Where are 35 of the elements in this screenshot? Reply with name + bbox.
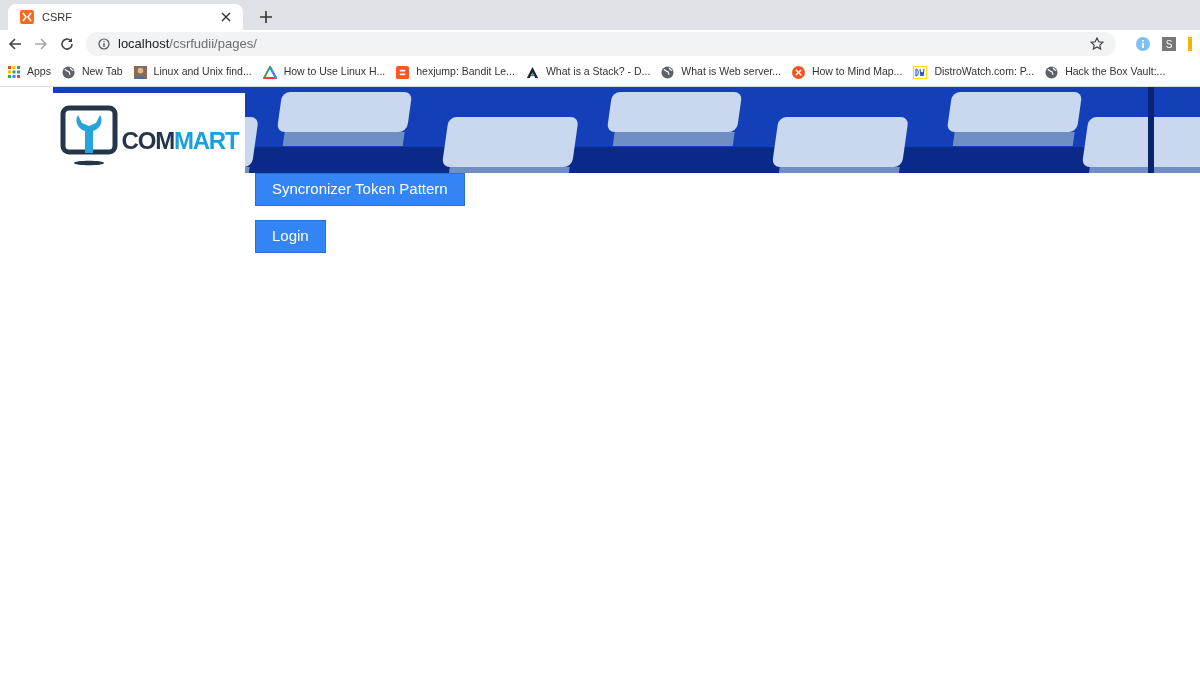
bookmark-link[interactable]: hexjump: Bandit Le...	[416, 64, 515, 80]
globe-icon	[1045, 65, 1059, 79]
globe-icon	[661, 65, 675, 79]
nav-button[interactable]: Syncronizer Token Pattern	[255, 173, 465, 206]
blog-icon	[396, 65, 410, 79]
bookmark-link[interactable]: Linux and Unix find...	[153, 64, 252, 80]
peak-icon	[525, 65, 539, 79]
avatar-icon	[133, 65, 147, 79]
profile-badge[interactable]: S	[1162, 37, 1176, 51]
bookmark-link[interactable]: Apps	[27, 64, 51, 80]
new-tab-icon[interactable]	[259, 10, 273, 24]
apps-grid-icon	[8, 66, 20, 78]
bookmark-link[interactable]: DistroWatch.com: P...	[934, 64, 1035, 80]
logo-text: COMMART	[121, 129, 239, 153]
globe-icon	[61, 65, 75, 79]
bookmark-link[interactable]: How to Use Linux H...	[283, 64, 386, 80]
cross-circle-icon	[791, 65, 805, 79]
reload-icon[interactable]	[60, 37, 74, 51]
browser-tab[interactable]: CSRF	[8, 4, 243, 30]
back-icon[interactable]	[8, 37, 22, 51]
bookmark-link[interactable]: How to Mind Map...	[811, 64, 903, 80]
bookmark-star-icon[interactable]	[1090, 37, 1104, 51]
nav-button[interactable]: Login	[255, 220, 326, 253]
tab-title: CSRF	[42, 9, 73, 25]
bookmark-link[interactable]: What is a Stack? - D...	[545, 64, 651, 80]
address-bar[interactable]: localhost/csrfudii/pages/	[86, 32, 1116, 56]
info-icon	[98, 38, 110, 50]
letters-icon	[913, 65, 928, 79]
bookmark-link[interactable]: What is Web server...	[681, 64, 781, 80]
url-text: localhost/csrfudii/pages/	[118, 35, 258, 54]
close-icon[interactable]	[221, 12, 231, 22]
favicon-icon	[20, 10, 34, 24]
bookmark-link[interactable]: New Tab	[81, 64, 123, 80]
bookmark-link[interactable]: Hack the Box Vault:...	[1065, 64, 1166, 80]
triangle-icon	[262, 65, 277, 79]
